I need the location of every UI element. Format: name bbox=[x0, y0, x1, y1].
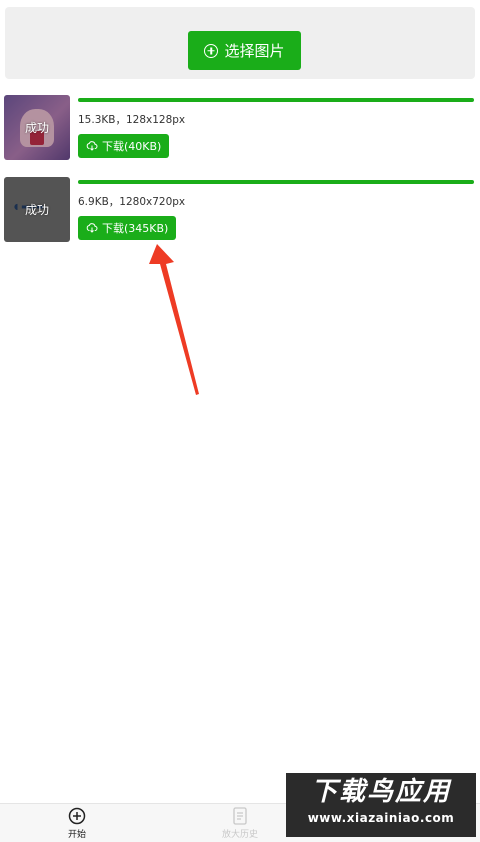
tab-history-label: 放大历史 bbox=[221, 830, 258, 840]
watermark-url: www.xiazainiao.com bbox=[307, 811, 455, 825]
tab-start[interactable]: 开始 bbox=[37, 807, 117, 840]
annotation-arrow bbox=[149, 244, 199, 395]
plus-circle-icon bbox=[68, 807, 86, 825]
watermark-logo: 下载鸟应用 www.xiazainiao.com bbox=[286, 773, 476, 837]
watermark-title: 下载鸟应用 bbox=[310, 777, 451, 807]
document-icon bbox=[233, 807, 247, 825]
tab-start-label: 开始 bbox=[67, 830, 86, 840]
tab-history[interactable]: 放大历史 bbox=[200, 807, 280, 840]
